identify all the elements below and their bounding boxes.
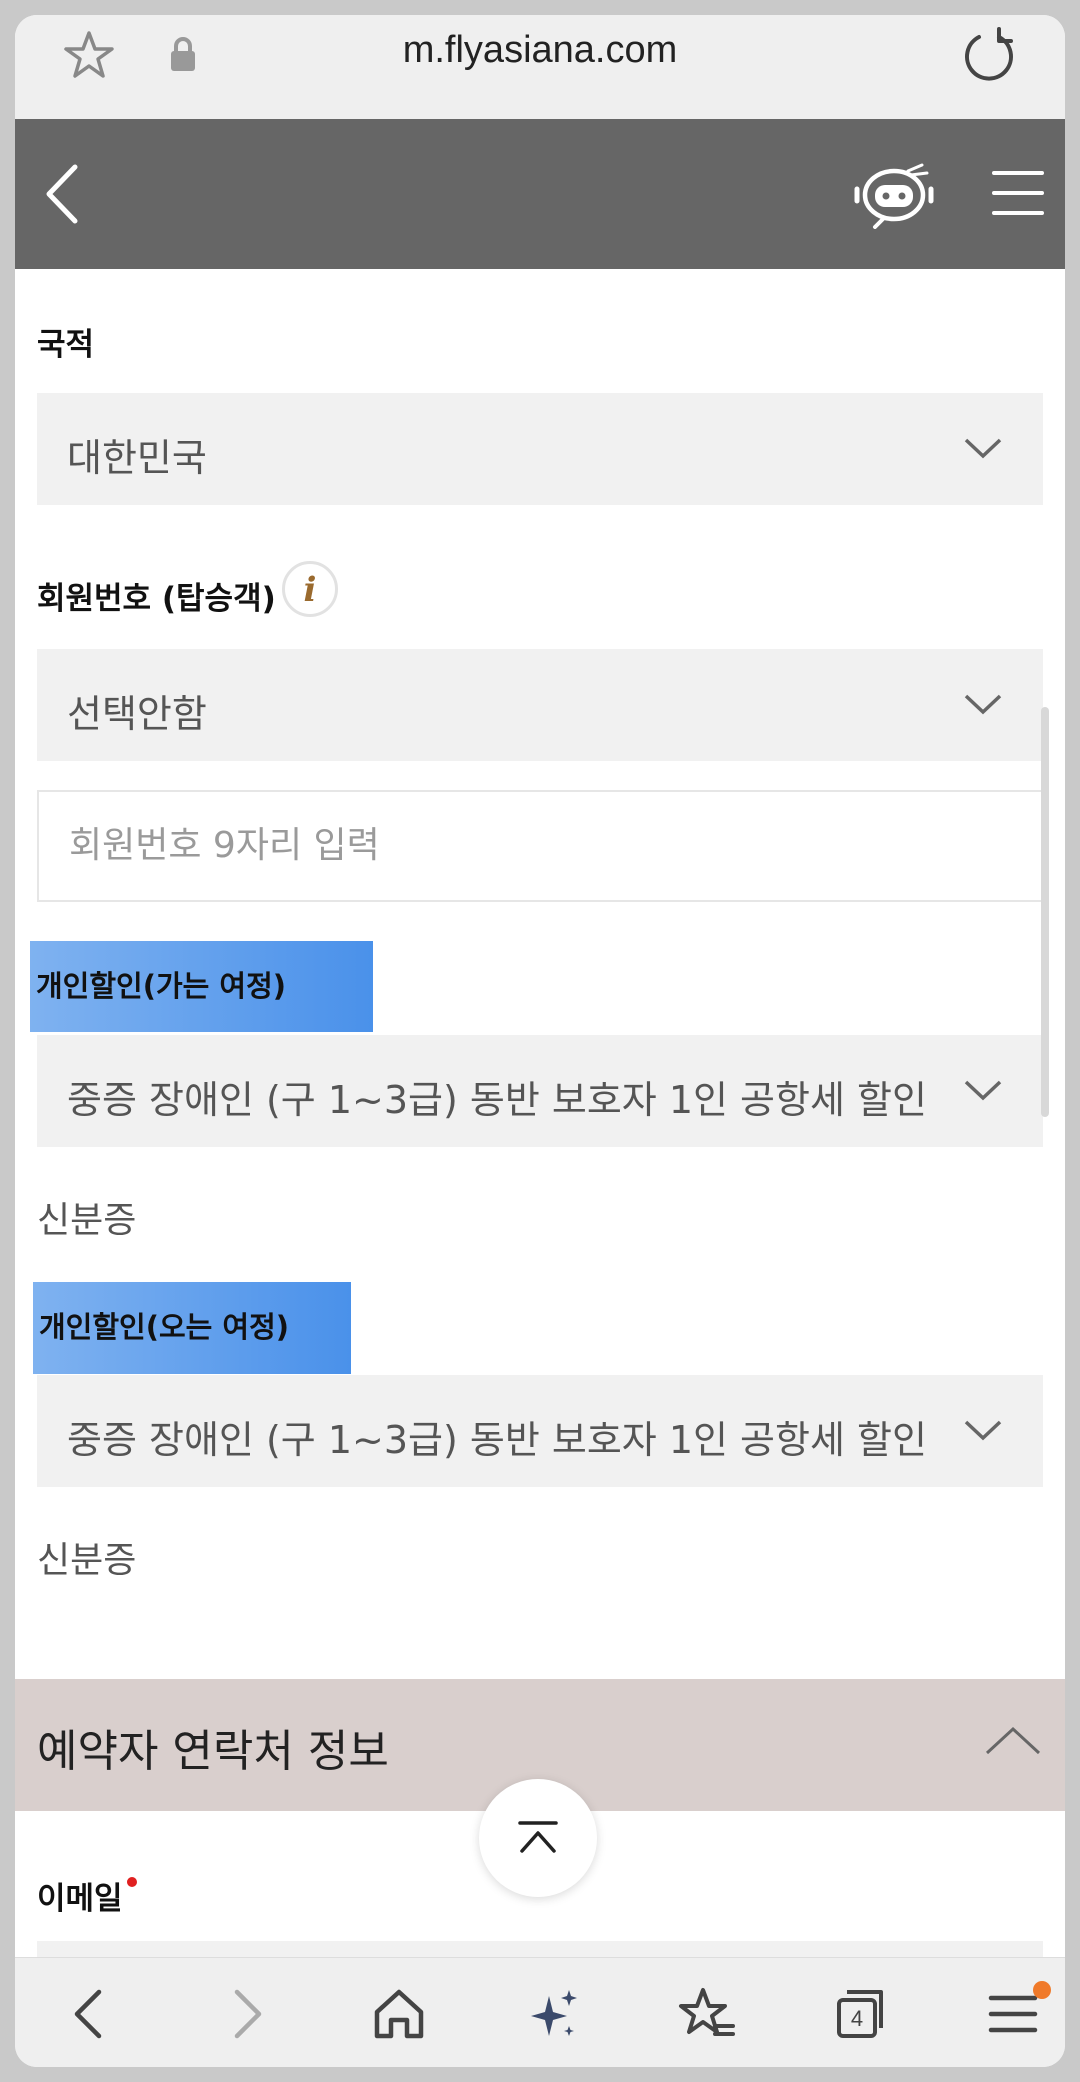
browser-frame: m.flyasiana.com 국적 대한민국 회원번호 (탑승객) i 선택안… <box>15 15 1065 2067</box>
outbound-discount-label-highlight: 개인할인(가는 여정) <box>30 941 373 1032</box>
email-label: 이메일 <box>37 1873 137 1918</box>
outbound-discount-label: 개인할인(가는 여정) <box>36 969 287 1003</box>
nationality-label: 국적 <box>37 327 95 363</box>
site-header <box>15 119 1065 269</box>
scroll-to-top-button[interactable] <box>479 1779 597 1897</box>
chevron-up-icon[interactable] <box>983 1719 1043 1763</box>
nationality-select[interactable]: 대한민국 <box>37 393 1043 505</box>
required-dot <box>126 1877 137 1887</box>
tab-count: 4 <box>851 2006 863 2031</box>
scrollbar[interactable] <box>1041 707 1049 1117</box>
member-number-select[interactable]: 선택안함 <box>37 649 1043 761</box>
outbound-discount-select[interactable]: 중증 장애인 (구 1~3급) 동반 보호자 1인 공항세 할인 <box>37 1035 1043 1147</box>
address-bar[interactable]: m.flyasiana.com <box>15 15 1065 119</box>
outbound-id-note: 신분증 <box>37 1200 137 1241</box>
return-discount-value: 중증 장애인 (구 1~3급) 동반 보호자 1인 공항세 할인 <box>67 1418 927 1462</box>
member-number-label: 회원번호 (탑승객) <box>37 581 276 617</box>
reload-icon[interactable] <box>957 25 1019 87</box>
chevron-down-icon <box>964 694 1002 715</box>
browser-toolbar: 4 <box>15 1957 1065 2067</box>
back-arrow-icon[interactable] <box>29 159 89 229</box>
url-text[interactable]: m.flyasiana.com <box>15 29 1065 72</box>
nationality-value: 대한민국 <box>67 436 207 480</box>
home-icon[interactable] <box>367 1982 431 2046</box>
chevron-down-icon <box>964 1080 1002 1101</box>
notification-dot <box>1033 1981 1051 1999</box>
outbound-discount-value: 중증 장애인 (구 1~3급) 동반 보호자 1인 공항세 할인 <box>67 1078 927 1122</box>
return-discount-label: 개인할인(오는 여정) <box>39 1310 290 1344</box>
return-id-note: 신분증 <box>37 1540 137 1581</box>
member-number-select-value: 선택안함 <box>67 692 207 736</box>
return-discount-label-highlight: 개인할인(오는 여정) <box>33 1282 351 1374</box>
hamburger-menu-icon[interactable] <box>990 165 1046 221</box>
back-icon[interactable] <box>59 1982 123 2046</box>
info-icon[interactable]: i <box>282 561 338 617</box>
chevron-down-icon <box>964 438 1002 459</box>
return-discount-select[interactable]: 중증 장애인 (구 1~3급) 동반 보호자 1인 공항세 할인 <box>37 1375 1043 1487</box>
chevron-up-icon <box>518 1821 558 1853</box>
tabs-icon[interactable]: 4 <box>829 1982 893 2046</box>
booker-contact-title: 예약자 연락처 정보 <box>37 1726 389 1777</box>
bookmarks-icon[interactable] <box>675 1982 739 2046</box>
member-number-input[interactable]: 회원번호 9자리 입력 <box>37 790 1047 902</box>
forward-icon[interactable] <box>213 1982 277 2046</box>
sparkle-icon[interactable] <box>521 1982 585 2046</box>
chatbot-icon[interactable] <box>853 161 935 229</box>
chevron-down-icon <box>964 1420 1002 1441</box>
